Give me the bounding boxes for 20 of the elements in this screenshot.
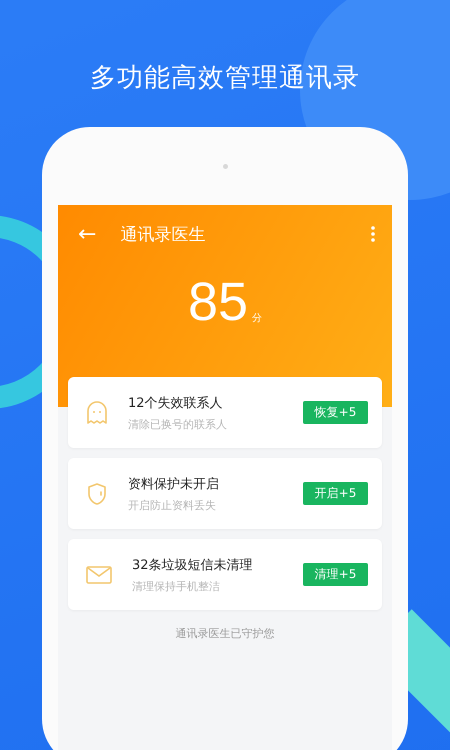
fix-button[interactable]: 开启+5 <box>303 482 368 505</box>
issue-subtitle: 开启防止资料丢失 <box>128 498 217 512</box>
issue-subtitle: 清除已换号的联系人 <box>128 416 228 432</box>
back-button[interactable]: ← <box>70 222 104 246</box>
fix-button[interactable]: 恢复+5 <box>303 401 368 424</box>
issue-subtitle: 清理保持手机整洁 <box>132 578 221 594</box>
fix-button[interactable]: 清理+5 <box>303 563 368 586</box>
headline: 多功能高效管理通讯录 <box>90 62 360 95</box>
envelope-icon <box>86 564 112 584</box>
score-unit: 分 <box>252 312 262 325</box>
issue-title: 资料保护未开启 <box>128 476 220 492</box>
ghost-icon <box>86 400 108 424</box>
footer-text: 通讯录医生已守护您 <box>176 626 274 641</box>
more-icon[interactable] <box>370 225 376 243</box>
issue-title: 12个失效联系人 <box>128 394 224 412</box>
camera-icon <box>222 164 228 168</box>
issue-title: 32条垃圾短信未清理 <box>132 556 254 574</box>
shield-icon <box>86 482 108 506</box>
app-title: 通讯录医生 <box>120 224 206 246</box>
score-value: 85 <box>188 275 248 329</box>
